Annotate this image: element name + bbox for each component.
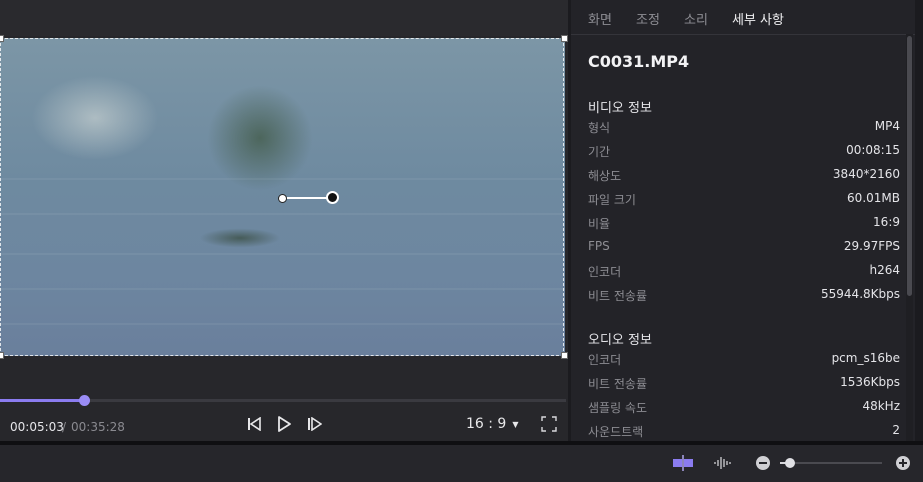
- selection-handle-bottom-right[interactable]: [561, 352, 568, 359]
- info-row: 비트 전송률 55944.8Kbps: [588, 287, 900, 307]
- info-key: 형식: [588, 121, 611, 135]
- info-key: 파일 크기: [588, 193, 636, 207]
- preview-topbar: [0, 0, 568, 36]
- info-value: 16:9: [873, 215, 900, 229]
- selection-handle-top-right[interactable]: [561, 35, 568, 42]
- info-key: 해상도: [588, 169, 622, 183]
- details-panel: 화면 조정 소리 세부 사항 C0031.MP4 비디오 정보 형식 MP4 기간 0…: [571, 0, 915, 441]
- time-separator: /: [62, 420, 67, 434]
- audio-info-heading: 오디오 정보: [588, 333, 652, 348]
- file-name: C0031.MP4: [588, 52, 690, 71]
- info-row: 형식 MP4: [588, 119, 900, 139]
- play-button[interactable]: [275, 415, 293, 433]
- info-key: 비트 전송률: [588, 377, 648, 391]
- caret-down-icon: ▼: [512, 419, 519, 429]
- tab-adjust[interactable]: 조정: [636, 9, 660, 28]
- zoom-slider[interactable]: [780, 458, 882, 468]
- play-icon: [278, 416, 291, 432]
- info-row: 인코더 h264: [588, 263, 900, 283]
- rotation-anchor-dot[interactable]: [278, 194, 287, 203]
- info-key: 사운드트랙: [588, 425, 644, 439]
- aspect-ratio-value: 16 : 9: [466, 416, 507, 432]
- video-info-heading: 비디오 정보: [588, 101, 652, 116]
- info-key: 기간: [588, 145, 611, 159]
- info-key: 인코더: [588, 265, 622, 279]
- info-row: 기간 00:08:15: [588, 143, 900, 163]
- total-time: 00:35:28: [71, 420, 125, 434]
- zoom-in-icon[interactable]: [896, 456, 910, 470]
- tab-details[interactable]: 세부 사항: [732, 9, 784, 28]
- info-row: 인코더 pcm_s16be: [588, 351, 900, 371]
- info-row: 해상도 3840*2160: [588, 167, 900, 187]
- zoom-out-icon[interactable]: [756, 456, 770, 470]
- info-value: pcm_s16be: [831, 351, 900, 365]
- info-value: MP4: [874, 119, 900, 133]
- rotation-handle-dot[interactable]: [326, 191, 339, 204]
- fullscreen-icon[interactable]: [541, 416, 557, 432]
- info-value: 60.01MB: [847, 191, 900, 205]
- tab-sound[interactable]: 소리: [684, 9, 708, 28]
- info-key: 비트 전송률: [588, 289, 648, 303]
- info-value: 00:08:15: [846, 143, 900, 157]
- info-row: 샘플링 속도 48kHz: [588, 399, 900, 419]
- info-key: 비율: [588, 217, 611, 231]
- info-row: 사운드트랙 2: [588, 423, 900, 441]
- info-row: FPS 29.97FPS: [588, 239, 900, 259]
- panel-tabs: 화면 조정 소리 세부 사항: [571, 0, 915, 35]
- info-key: FPS: [588, 239, 610, 253]
- rotation-handle-line: [282, 197, 332, 199]
- info-value: 29.97FPS: [843, 239, 900, 253]
- info-value: 1536Kbps: [840, 375, 900, 389]
- info-row: 비트 전송률 1536Kbps: [588, 375, 900, 395]
- playback-progress-bar[interactable]: [0, 395, 566, 406]
- tab-screen[interactable]: 화면: [588, 9, 612, 28]
- progress-fill: [0, 399, 84, 402]
- panel-scrollbar-thumb[interactable]: [907, 36, 912, 296]
- info-row: 파일 크기 60.01MB: [588, 191, 900, 211]
- step-back-button[interactable]: [245, 415, 263, 433]
- step-forward-icon: [308, 417, 322, 431]
- step-back-icon: [248, 417, 261, 431]
- selection-handle-bottom-left[interactable]: [0, 352, 4, 359]
- info-key: 샘플링 속도: [588, 401, 648, 415]
- info-row: 비율 16:9: [588, 215, 900, 235]
- aspect-ratio-select[interactable]: 16 : 9 ▼: [466, 416, 519, 432]
- info-value: 2: [892, 423, 900, 437]
- current-time: 00:05:03: [10, 420, 64, 434]
- info-key: 인코더: [588, 353, 622, 367]
- info-value: 3840*2160: [832, 167, 900, 181]
- progress-knob[interactable]: [78, 395, 90, 406]
- info-value: 55944.8Kbps: [821, 287, 900, 301]
- info-value: 48kHz: [862, 399, 900, 413]
- info-value: h264: [869, 263, 900, 277]
- step-forward-button[interactable]: [305, 415, 323, 433]
- selection-handle-top-left[interactable]: [0, 35, 4, 42]
- waveform-icon[interactable]: [714, 455, 732, 471]
- snap-icon[interactable]: [672, 455, 694, 471]
